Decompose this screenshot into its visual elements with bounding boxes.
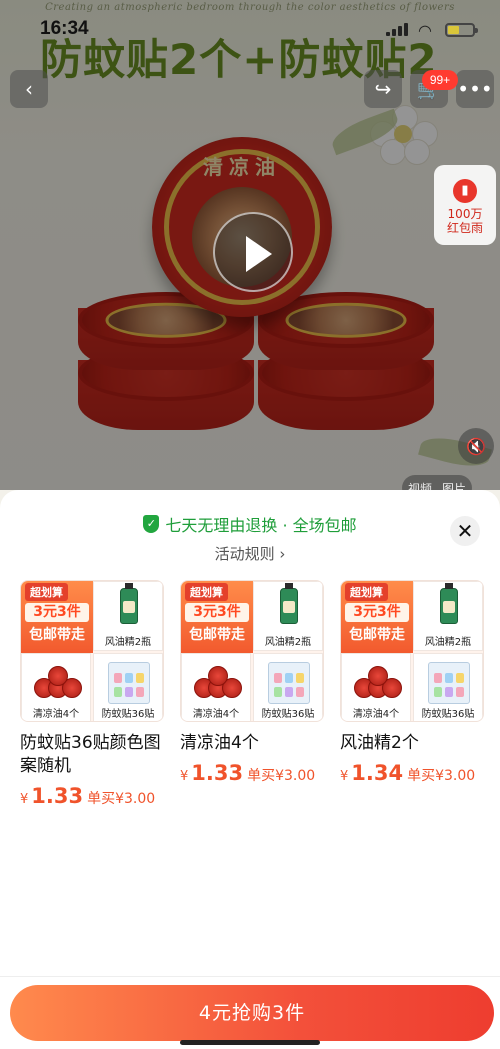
promo-tag: 超划算 xyxy=(345,583,388,601)
currency-symbol: ¥ xyxy=(20,792,29,807)
status-bar: 16:34 ◠ xyxy=(0,0,500,40)
close-button[interactable]: ✕ xyxy=(450,516,480,546)
home-indicator xyxy=(180,1040,320,1045)
patch-caption: 防蚊贴36贴 xyxy=(101,709,155,720)
product-name: 防蚊贴36贴颜色图案随机 xyxy=(20,733,161,776)
bundle-offer-sheet: ✓ 七天无理由退换 · 全场包邮 活动规则 › ✕ 超划算 3元3件 包邮带走 … xyxy=(0,490,500,1049)
currency-symbol: ¥ xyxy=(180,769,189,784)
cellular-signal-icon xyxy=(386,22,408,36)
play-video-button[interactable] xyxy=(213,212,293,292)
balm-tins-image xyxy=(192,664,242,704)
promo-tag: 超划算 xyxy=(185,583,228,601)
promo-block: 超划算 3元3件 包邮带走 xyxy=(21,581,93,653)
oil-bottle-cell: 风油精2瓶 xyxy=(93,581,163,651)
oil-bottle-image xyxy=(120,583,138,624)
close-icon: ✕ xyxy=(456,519,474,543)
promo-block: 超划算 3元3件 包邮带走 xyxy=(341,581,413,653)
back-icon: ‹ xyxy=(25,77,33,101)
patch-caption: 防蚊贴36贴 xyxy=(261,709,315,720)
oil-bottle-cell: 风油精2瓶 xyxy=(413,581,483,651)
more-icon: ••• xyxy=(457,77,493,101)
buy-bar: 4元抢购3件 xyxy=(0,976,500,1049)
promo-line2: 包邮带走 xyxy=(29,627,85,643)
red-packet-rain-button[interactable]: ▮ 100万 红包雨 xyxy=(434,165,496,245)
red-packet-line1: 100万 xyxy=(447,207,483,221)
promo-line1: 3元3件 xyxy=(25,603,89,622)
shield-check-icon: ✓ xyxy=(143,515,160,533)
patch-cell: 防蚊贴36贴 xyxy=(413,653,483,721)
bundle-price: 1.33 xyxy=(31,784,84,808)
product-card[interactable]: 超划算 3元3件 包邮带走 风油精2瓶 清凉油4个 防蚊贴36贴 xyxy=(340,580,484,785)
patch-pack-image xyxy=(108,662,150,704)
promo-block: 超划算 3元3件 包邮带走 xyxy=(181,581,253,653)
product-thumbnail: 超划算 3元3件 包邮带走 风油精2瓶 清凉油4个 防蚊贴36贴 xyxy=(20,580,164,722)
promo-line1: 3元3件 xyxy=(185,603,249,622)
product-name: 清凉油4个 xyxy=(180,733,259,753)
patch-cell: 防蚊贴36贴 xyxy=(93,653,163,721)
oil-bottle-image xyxy=(280,583,298,624)
single-price: 单买¥3.00 xyxy=(247,768,316,784)
cart-count-badge: 99+ xyxy=(422,70,458,90)
mute-button[interactable]: 🔇 xyxy=(458,428,494,464)
balm-cell: 清凉油4个 xyxy=(21,653,91,721)
bundle-price: 1.33 xyxy=(191,761,244,785)
product-card[interactable]: 超划算 3元3件 包邮带走 风油精2瓶 清凉油4个 防蚊贴36贴 xyxy=(20,580,164,808)
price-row: ¥ 1.33 单买¥3.00 xyxy=(180,761,324,785)
balm-caption: 清凉油4个 xyxy=(192,709,240,720)
balm-caption: 清凉油4个 xyxy=(352,709,400,720)
wifi-icon: ◠ xyxy=(418,21,432,40)
balm-tins-image xyxy=(32,664,82,704)
balm-cell: 清凉油4个 xyxy=(341,653,411,721)
battery-icon xyxy=(445,23,478,37)
patch-pack-image xyxy=(268,662,310,704)
share-button[interactable]: ↪ xyxy=(364,70,402,108)
currency-symbol: ¥ xyxy=(340,769,349,784)
balm-cell: 清凉油4个 xyxy=(181,653,251,721)
promo-tag: 超划算 xyxy=(25,583,68,601)
red-packet-icon: ▮ xyxy=(453,179,477,203)
product-card[interactable]: 超划算 3元3件 包邮带走 风油精2瓶 清凉油4个 防蚊贴36贴 xyxy=(180,580,324,785)
more-button[interactable]: ••• xyxy=(456,70,494,108)
red-packet-line2: 红包雨 xyxy=(446,221,483,235)
promo-line2: 包邮带走 xyxy=(349,627,405,643)
balm-tins-image xyxy=(352,664,402,704)
product-thumbnail: 超划算 3元3件 包邮带走 风油精2瓶 清凉油4个 防蚊贴36贴 xyxy=(180,580,324,722)
share-icon: ↪ xyxy=(374,77,392,101)
oil-bottle-cell: 风油精2瓶 xyxy=(253,581,323,651)
oil-bottle-image xyxy=(440,583,458,624)
buy-bundle-button[interactable]: 4元抢购3件 xyxy=(10,985,494,1041)
guarantee-text: 七天无理由退换 · 全场包邮 xyxy=(165,516,357,535)
patch-cell: 防蚊贴36贴 xyxy=(253,653,323,721)
patch-pack-image xyxy=(428,662,470,704)
oil-caption: 风油精2瓶 xyxy=(424,637,472,648)
activity-rules-link[interactable]: 活动规则 › xyxy=(0,543,500,564)
price-row: ¥ 1.34 单买¥3.00 xyxy=(340,761,484,785)
product-name: 风油精2个 xyxy=(340,733,419,753)
product-thumbnail: 超划算 3元3件 包邮带走 风油精2瓶 清凉油4个 防蚊贴36贴 xyxy=(340,580,484,722)
promo-line2: 包邮带走 xyxy=(189,627,245,643)
promo-line1: 3元3件 xyxy=(345,603,409,622)
status-time: 16:34 xyxy=(40,18,89,39)
single-price: 单买¥3.00 xyxy=(407,768,476,784)
balm-caption: 清凉油4个 xyxy=(32,709,80,720)
bundle-price: 1.34 xyxy=(351,761,404,785)
patch-caption: 防蚊贴36贴 xyxy=(421,709,475,720)
product-card-list: 超划算 3元3件 包邮带走 风油精2瓶 清凉油4个 防蚊贴36贴 防蚊贴36贴颜… xyxy=(20,580,490,810)
oil-caption: 风油精2瓶 xyxy=(264,637,312,648)
mute-icon: 🔇 xyxy=(466,436,486,456)
back-button[interactable]: ‹ xyxy=(10,70,48,108)
price-row: ¥ 1.33 单买¥3.00 xyxy=(20,784,164,808)
guarantee-banner: ✓ 七天无理由退换 · 全场包邮 xyxy=(0,512,500,536)
single-price: 单买¥3.00 xyxy=(87,791,156,807)
oil-caption: 风油精2瓶 xyxy=(104,637,152,648)
